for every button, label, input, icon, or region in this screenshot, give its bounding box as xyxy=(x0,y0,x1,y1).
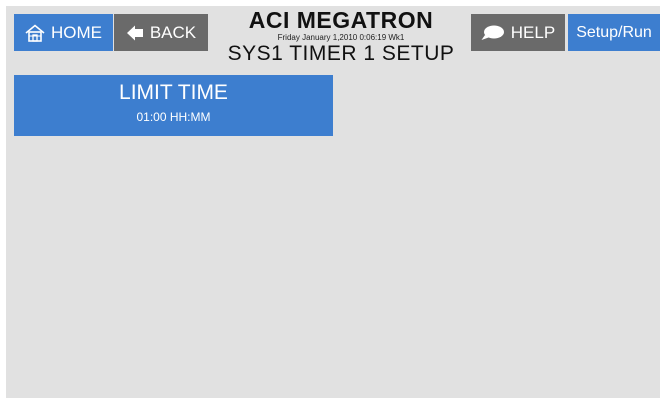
app-title: ACI MEGATRON xyxy=(248,7,434,33)
help-button[interactable]: HELP xyxy=(471,14,565,51)
datetime-display: Friday January 1,2010 0:06:19 Wk1 xyxy=(277,33,405,42)
home-button[interactable]: HOME xyxy=(14,14,113,51)
arrow-left-icon xyxy=(126,24,144,42)
back-button[interactable]: BACK xyxy=(114,14,208,51)
speech-bubble-icon xyxy=(481,25,505,41)
limit-time-value: 01:00 HH:MM xyxy=(136,110,211,124)
home-button-label: HOME xyxy=(51,22,102,42)
home-icon xyxy=(25,23,45,42)
limit-time-setting-button[interactable]: LIMIT TIME 01:00 HH:MM xyxy=(14,75,333,136)
back-button-label: BACK xyxy=(149,22,197,42)
setup-run-button-label: Setup/Run xyxy=(576,23,652,41)
setup-run-button[interactable]: Setup/Run xyxy=(568,14,660,51)
screen: HOME BACK ACI MEGATRON Friday January 1,… xyxy=(6,6,660,398)
help-button-label: HELP xyxy=(510,22,556,42)
screen-title: SYS1 TIMER 1 SETUP xyxy=(227,42,455,65)
header-center: ACI MEGATRON Friday January 1,2010 0:06:… xyxy=(206,7,476,66)
limit-time-label: LIMIT TIME xyxy=(119,81,228,104)
